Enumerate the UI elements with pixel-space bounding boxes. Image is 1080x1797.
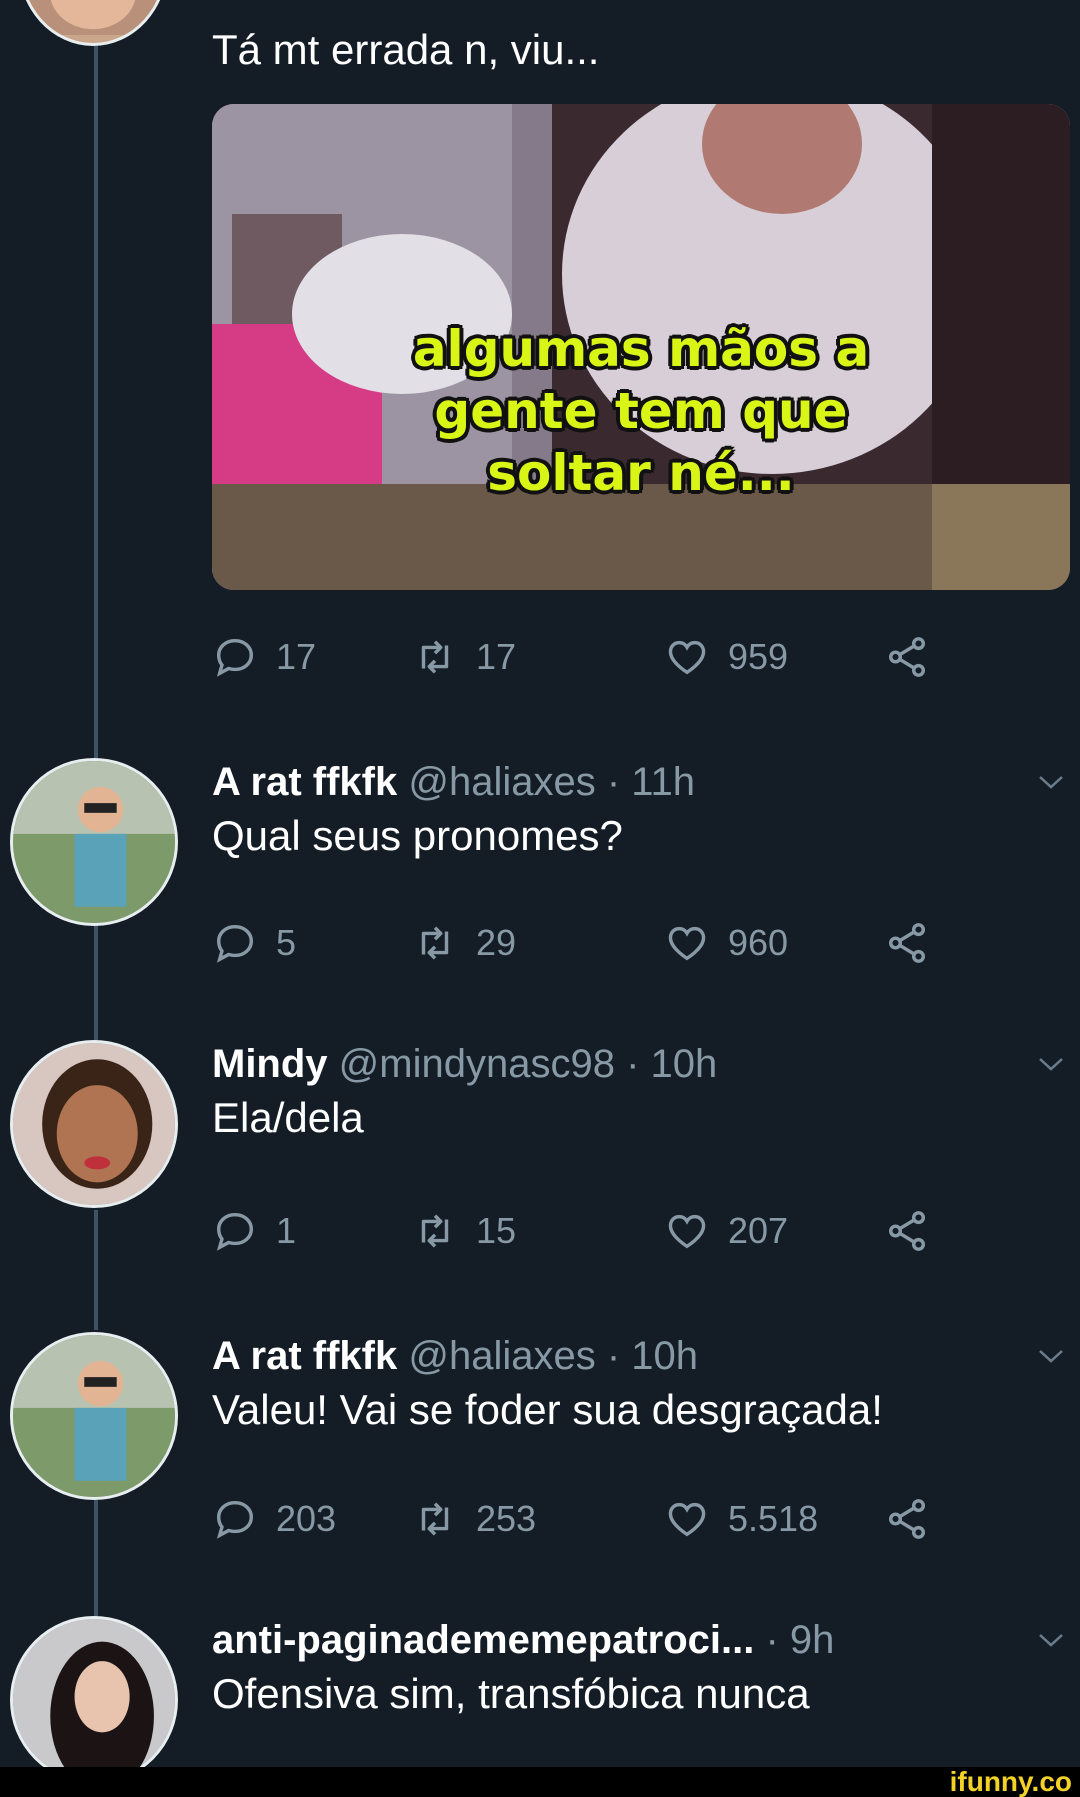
heart-icon bbox=[668, 640, 706, 675]
handle-time: @mindynasc98 · 10h bbox=[338, 1042, 718, 1086]
retweet-button[interactable]: 29 bbox=[412, 918, 516, 968]
handle-time: @haliaxes · 10h bbox=[408, 1334, 698, 1378]
thread-line bbox=[94, 1500, 98, 1620]
tweet-text: Tá mt errada n, viu... bbox=[212, 26, 600, 73]
handle-time: · 9h bbox=[765, 1618, 835, 1662]
retweet-count: 29 bbox=[476, 922, 517, 963]
reply-count: 1 bbox=[276, 1210, 297, 1251]
avatar-photo bbox=[21, 0, 165, 35]
tweet-media[interactable]: algumas mãos a gente tem que soltar né..… bbox=[212, 104, 1070, 590]
tweet: A rat ffkfk @haliaxes · 11h Qual seus pr… bbox=[212, 758, 1072, 862]
share-button[interactable] bbox=[884, 918, 930, 968]
retweet-icon bbox=[421, 1214, 449, 1248]
share-icon bbox=[888, 923, 926, 963]
tweet: A rat ffkfk @haliaxes · 10h Valeu! Vai s… bbox=[212, 1332, 1072, 1436]
avatar-photo bbox=[13, 1335, 175, 1497]
tweet: Mindy @mindynasc98 · 10h Ela/dela bbox=[212, 1040, 1072, 1144]
retweet-button[interactable]: 15 bbox=[412, 1206, 516, 1256]
retweet-icon bbox=[421, 1502, 449, 1536]
tweet-actions: 5 29 960 bbox=[212, 918, 932, 968]
reply-count: 5 bbox=[276, 922, 297, 963]
share-button[interactable] bbox=[884, 1494, 930, 1544]
tweet-actions: 17 17 959 bbox=[212, 632, 932, 682]
like-count: 207 bbox=[728, 1210, 789, 1251]
retweet-icon bbox=[421, 640, 449, 674]
share-icon bbox=[888, 1499, 926, 1539]
display-name[interactable]: A rat ffkfk bbox=[212, 1334, 397, 1378]
avatar[interactable] bbox=[10, 1616, 178, 1784]
chevron-down-icon[interactable] bbox=[1036, 1346, 1066, 1366]
avatar[interactable] bbox=[18, 0, 168, 46]
chevron-down-icon[interactable] bbox=[1036, 1630, 1066, 1650]
avatar[interactable] bbox=[10, 1040, 178, 1208]
tweet-header: anti-paginadememepatroci... · 9h bbox=[212, 1616, 1072, 1664]
avatar[interactable] bbox=[10, 758, 178, 926]
avatar[interactable] bbox=[10, 1332, 178, 1500]
heart-icon bbox=[668, 1214, 706, 1249]
thread-line bbox=[94, 1210, 98, 1330]
like-count: 5.518 bbox=[728, 1498, 819, 1539]
handle-time: @haliaxes · 11h bbox=[408, 760, 696, 804]
reply-button[interactable]: 203 bbox=[212, 1494, 336, 1544]
tweet-text: Qual seus pronomes? bbox=[212, 812, 623, 859]
display-name[interactable]: A rat ffkfk bbox=[212, 760, 397, 804]
share-icon bbox=[888, 637, 926, 677]
heart-icon bbox=[668, 1502, 706, 1537]
retweet-button[interactable]: 17 bbox=[412, 632, 516, 682]
reply-icon bbox=[216, 638, 254, 677]
avatar-photo bbox=[13, 1043, 175, 1205]
retweet-count: 15 bbox=[476, 1210, 517, 1251]
heart-icon bbox=[668, 926, 706, 961]
gif-caption: algumas mãos a gente tem que soltar né..… bbox=[212, 318, 1070, 504]
share-button[interactable] bbox=[884, 1206, 930, 1256]
watermark: ifunny.co bbox=[949, 1766, 1072, 1797]
thread-line bbox=[94, 0, 98, 760]
retweet-button[interactable]: 253 bbox=[412, 1494, 536, 1544]
retweet-icon bbox=[421, 926, 449, 960]
tweet-actions: 1 15 207 bbox=[212, 1206, 932, 1256]
tweet: Tá mt errada n, viu... bbox=[212, 20, 1072, 76]
tweet: anti-paginadememepatroci... · 9h Ofensiv… bbox=[212, 1616, 1072, 1720]
reply-button[interactable]: 17 bbox=[212, 632, 316, 682]
like-button[interactable]: 5.518 bbox=[664, 1494, 818, 1544]
retweet-count: 17 bbox=[476, 636, 517, 677]
avatar-photo bbox=[13, 761, 175, 923]
tweet-text: Ela/dela bbox=[212, 1094, 364, 1141]
caption-line: gente tem que bbox=[434, 382, 848, 440]
reply-button[interactable]: 5 bbox=[212, 918, 296, 968]
retweet-count: 253 bbox=[476, 1498, 537, 1539]
reply-count: 17 bbox=[276, 636, 317, 677]
chevron-down-icon[interactable] bbox=[1036, 1054, 1066, 1074]
avatar-photo bbox=[13, 1619, 175, 1781]
like-count: 960 bbox=[728, 922, 789, 963]
share-icon bbox=[888, 1211, 926, 1251]
watermark-bar: ifunny.co bbox=[0, 1767, 1080, 1797]
tweet-header: A rat ffkfk @haliaxes · 11h bbox=[212, 758, 1072, 806]
display-name[interactable]: Mindy bbox=[212, 1042, 328, 1086]
tweet-actions: 203 253 5.518 bbox=[212, 1494, 932, 1544]
reply-icon bbox=[216, 924, 254, 963]
chevron-down-icon[interactable] bbox=[1036, 772, 1066, 792]
like-button[interactable]: 959 bbox=[664, 632, 788, 682]
like-button[interactable]: 960 bbox=[664, 918, 788, 968]
like-count: 959 bbox=[728, 636, 789, 677]
tweet-header: Mindy @mindynasc98 · 10h bbox=[212, 1040, 1072, 1088]
tweet-text: Ofensiva sim, transfóbica nunca bbox=[212, 1670, 810, 1717]
reply-icon bbox=[216, 1500, 254, 1539]
caption-line: soltar né... bbox=[487, 444, 795, 502]
reply-icon bbox=[216, 1212, 254, 1251]
tweet-text: Valeu! Vai se foder sua desgraçada! bbox=[212, 1386, 883, 1433]
like-button[interactable]: 207 bbox=[664, 1206, 788, 1256]
display-name[interactable]: anti-paginadememepatroci... bbox=[212, 1618, 754, 1662]
reply-count: 203 bbox=[276, 1498, 337, 1539]
tweet-header: A rat ffkfk @haliaxes · 10h bbox=[212, 1332, 1072, 1380]
caption-line: algumas mãos a bbox=[412, 320, 870, 378]
thread-line bbox=[94, 922, 98, 1042]
reply-button[interactable]: 1 bbox=[212, 1206, 296, 1256]
share-button[interactable] bbox=[884, 632, 930, 682]
